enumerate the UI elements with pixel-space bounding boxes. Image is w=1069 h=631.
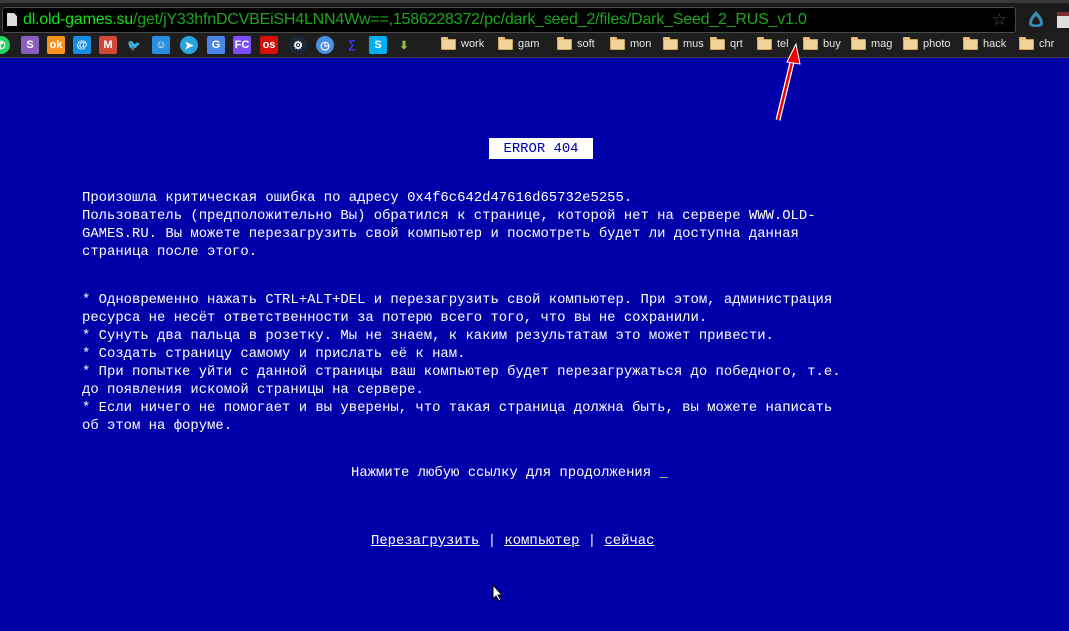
bookmark-folder-mon[interactable]: mon	[610, 36, 652, 50]
error-title: ERROR 404	[489, 138, 593, 159]
bookmark-folder-qrt[interactable]: qrt	[710, 36, 743, 50]
prompt-text: Нажмите любую ссылку для продолжения	[351, 465, 660, 481]
folder-icon	[851, 36, 866, 50]
annotation-arrow-icon	[775, 42, 801, 121]
error-description: Произошла критическая ошибка по адресу 0…	[82, 190, 816, 260]
bookmark-folder-label: qrt	[730, 38, 743, 50]
bookmark-folder-label: buy	[823, 38, 841, 50]
page-icon	[7, 13, 17, 26]
bookmark-folder-label: mag	[871, 38, 893, 50]
bookmarks-bar: ✆ Sok @ M 🐦 ☺ ➤ G FC os ⚙ ◷ ∑ S ⬇ work gam soft mon mus qrt t…	[0, 33, 1069, 58]
error-suggestions: * Одновременно нажать CTRL+ALT+DEL и пер…	[82, 292, 841, 434]
bookmark-folder-label: work	[461, 38, 485, 50]
sigma-bookmark-icon[interactable]: ∑	[343, 36, 361, 54]
bookmark-folder-label: mon	[630, 38, 652, 50]
download-bookmark-icon[interactable]: ⬇	[395, 36, 413, 54]
folder-icon	[498, 36, 513, 50]
blinking-cursor: _	[659, 465, 668, 481]
link-separator: |	[479, 533, 505, 549]
gmail-bookmark-icon[interactable]: M	[99, 36, 117, 54]
mail-at-bookmark-icon[interactable]: @	[73, 36, 91, 54]
folder-icon	[557, 36, 572, 50]
smile-app-bookmark-icon[interactable]: ☺	[152, 36, 170, 54]
odnoklassniki-bookmark-icon[interactable]: ok	[47, 36, 65, 54]
bookmark-folder-label: chr	[1039, 38, 1055, 50]
bookmark-folder-label: hack	[983, 38, 1007, 50]
extension-shield-icon[interactable]	[1027, 10, 1045, 30]
bookmark-folder-mus[interactable]: mus	[663, 36, 704, 50]
url-path: /get/jY33hfnDCVBEiSH4LNN4Ww==,1586228372…	[132, 11, 807, 28]
bookmark-folder-chr[interactable]: chr	[1019, 36, 1055, 50]
link-now[interactable]: сейчас	[604, 533, 654, 549]
bookmark-folder-hack[interactable]: hack	[963, 36, 1007, 50]
extension-icon[interactable]	[1057, 12, 1069, 28]
steam-bookmark-icon[interactable]: ⚙	[289, 36, 307, 54]
google-translate-bookmark-icon[interactable]: G	[207, 36, 225, 54]
browser-toolbar: dl.old-games.su/get/jY33hfnDCVBEiSH4LNN4…	[0, 0, 1069, 33]
link-computer[interactable]: компьютер	[504, 533, 579, 549]
whatsapp-bookmark-icon[interactable]: ✆	[0, 36, 10, 54]
error-page: ERROR 404 Произошла критическая ошибка п…	[0, 58, 1069, 631]
bookmark-folder-label: photo	[923, 38, 951, 50]
bookmark-star-icon[interactable]: ☆	[992, 10, 1007, 30]
folder-icon	[903, 36, 918, 50]
skype-bookmark-icon[interactable]: S	[369, 36, 387, 54]
continue-prompt: Нажмите любую ссылку для продолжения _	[351, 465, 668, 481]
fc-app-bookmark-icon[interactable]: FC	[233, 36, 251, 54]
bookmark-folder-soft[interactable]: soft	[557, 36, 595, 50]
url-text[interactable]: dl.old-games.su/get/jY33hfnDCVBEiSH4LNN4…	[23, 11, 807, 29]
clock-bookmark-icon[interactable]: ◷	[316, 36, 334, 54]
s-app-bookmark-icon[interactable]: S	[21, 36, 39, 54]
folder-icon	[441, 36, 456, 50]
bookmark-folder-photo[interactable]: photo	[903, 36, 951, 50]
folder-icon	[663, 36, 678, 50]
folder-icon	[710, 36, 725, 50]
url-host: dl.old-games.su	[23, 11, 133, 28]
bookmark-folder-label: soft	[577, 38, 595, 50]
telegram-bookmark-icon[interactable]: ➤	[180, 36, 198, 54]
lastfm-bookmark-icon[interactable]: os	[260, 36, 278, 54]
address-bar[interactable]: dl.old-games.su/get/jY33hfnDCVBEiSH4LNN4…	[2, 7, 1016, 33]
folder-icon	[1019, 36, 1034, 50]
folder-icon	[610, 36, 625, 50]
bookmark-folder-label: gam	[518, 38, 540, 50]
bookmark-folder-label: mus	[683, 38, 704, 50]
twitter-bookmark-icon[interactable]: 🐦	[125, 36, 143, 54]
bookmark-folder-mag[interactable]: mag	[851, 36, 893, 50]
mouse-pointer-icon	[492, 584, 504, 602]
link-separator: |	[579, 533, 605, 549]
link-reboot[interactable]: Перезагрузить	[371, 533, 479, 549]
bookmark-folder-gam[interactable]: gam	[498, 36, 540, 50]
bookmark-folder-work[interactable]: work	[441, 36, 485, 50]
folder-icon	[963, 36, 978, 50]
action-links: Перезагрузить | компьютер | сейчас	[371, 533, 654, 549]
